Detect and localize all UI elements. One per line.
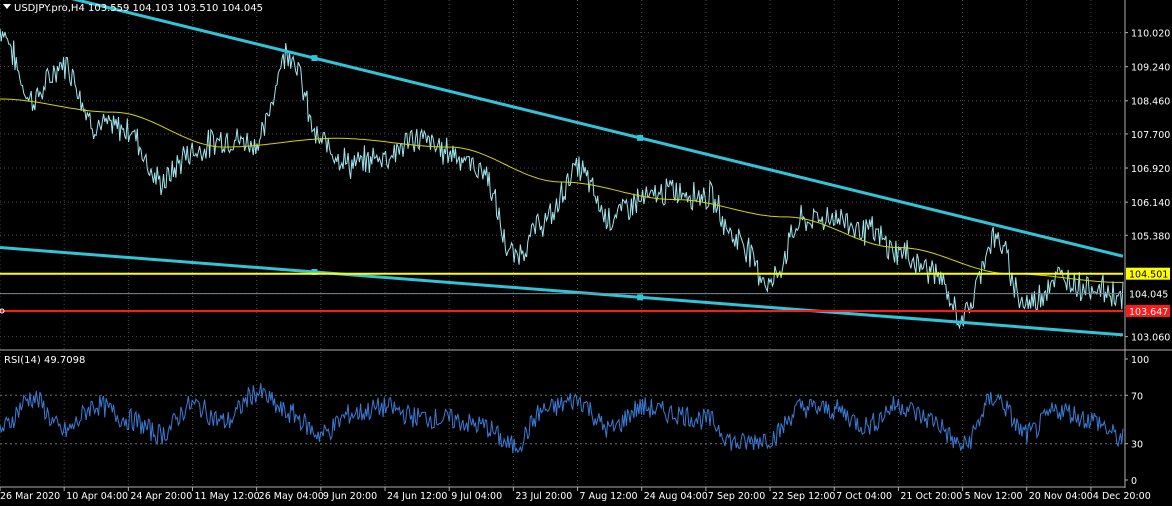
- time-tick-label: 22 Sep 12:00: [772, 491, 835, 502]
- trendline-support-anchor[interactable]: [637, 294, 644, 301]
- ohlc-values: 103.559 104.103 103.510 104.045: [88, 3, 263, 14]
- chart-background: [0, 0, 1172, 506]
- rsi-label: RSI(14) 49.7098: [4, 355, 85, 366]
- time-tick-label: 26 Mar 2020: [0, 491, 60, 502]
- rsi-tick-label: 0: [1131, 476, 1137, 487]
- trendline-resistance-anchor[interactable]: [311, 55, 318, 62]
- price-tick-label: 107.700: [1131, 130, 1170, 141]
- time-tick-label: 5 Nov 12:00: [965, 491, 1023, 502]
- time-tick-label: 7 Oct 04:00: [836, 491, 892, 502]
- trendline-resistance-anchor[interactable]: [637, 134, 644, 141]
- price-tick-label: 103.060: [1131, 333, 1170, 344]
- price-tick-label: 106.920: [1131, 164, 1170, 175]
- time-tick-label: 24 Jun 12:00: [387, 491, 447, 502]
- time-tick-label: 21 Oct 20:00: [900, 491, 962, 502]
- price-tag-label: 104.501: [1129, 270, 1168, 281]
- price-tick-label: 105.380: [1131, 231, 1170, 242]
- price-tick-label: 106.140: [1131, 198, 1170, 209]
- symbol-label: USDJPY.pro,H4: [14, 3, 85, 14]
- time-tick-label: 24 Aug 04:00: [644, 491, 708, 502]
- time-tick-label: 26 May 04:00: [259, 491, 324, 502]
- time-tick-label: 23 Jul 20:00: [515, 491, 572, 502]
- time-tick-label: 20 Nov 04:00: [1029, 491, 1093, 502]
- time-tick-label: 7 Sep 20:00: [708, 491, 765, 502]
- time-tick-label: 9 Jul 04:00: [451, 491, 502, 502]
- time-tick-label: 7 Aug 12:00: [580, 491, 638, 502]
- time-tick-label: 24 Apr 20:00: [130, 491, 192, 502]
- time-tick-label: 10 Apr 04:00: [66, 491, 128, 502]
- time-tick-label: 11 May 12:00: [195, 491, 260, 502]
- price-tick-label: 109.240: [1131, 63, 1170, 74]
- price-chart[interactable]: 104.501 103.647 104.045 110.020 109.240 108.4…: [0, 0, 1172, 506]
- rsi-tick-label: 70: [1131, 391, 1143, 402]
- time-tick-label: 9 Jun 20:00: [323, 491, 377, 502]
- price-tag-label: 104.045: [1129, 290, 1168, 301]
- price-tick-label: 108.460: [1131, 97, 1170, 108]
- price-tick-label: 110.020: [1131, 29, 1170, 40]
- time-tick-label: 4 Dec 20:00: [1093, 491, 1151, 502]
- rsi-tick-label: 100: [1131, 355, 1149, 366]
- price-tag-label: 103.647: [1129, 307, 1168, 318]
- rsi-tick-label: 30: [1131, 440, 1143, 451]
